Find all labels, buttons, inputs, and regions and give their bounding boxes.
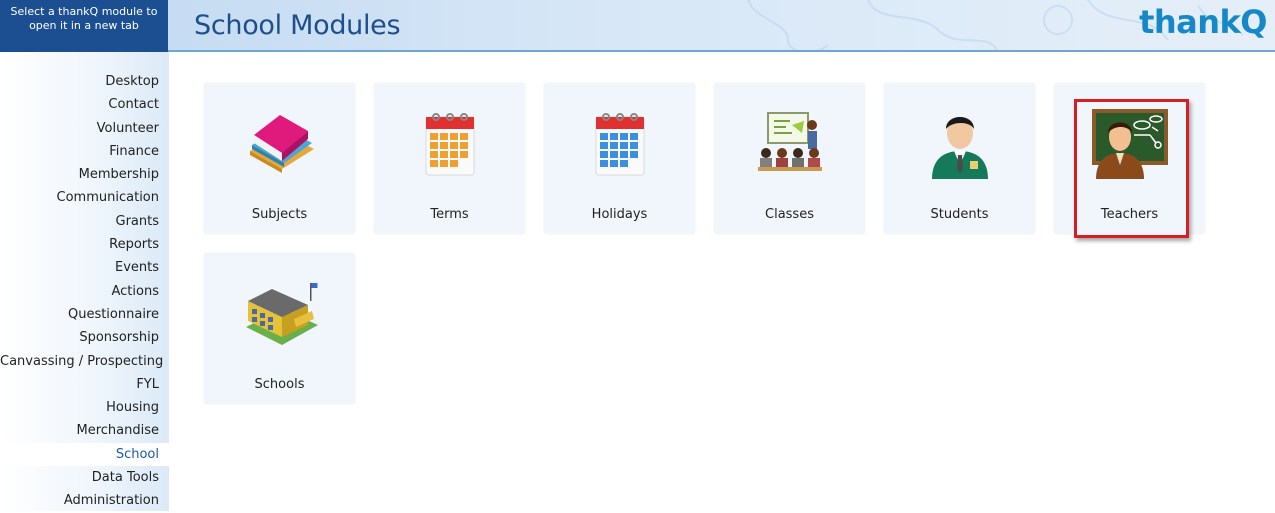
sidebar-item-desktop[interactable]: Desktop bbox=[0, 70, 169, 93]
module-label: Subjects bbox=[251, 207, 308, 222]
sidebar-item-events[interactable]: Events bbox=[0, 256, 169, 279]
sidebar-item-data-tools[interactable]: Data Tools bbox=[0, 466, 169, 489]
sidebar-item-sponsorship[interactable]: Sponsorship bbox=[0, 326, 169, 349]
module-label: Teachers bbox=[1100, 207, 1159, 222]
sidebar-item-fyl[interactable]: FYL bbox=[0, 373, 169, 396]
calendar-orange-icon bbox=[425, 113, 475, 176]
module-tile-holidays[interactable]: Holidays bbox=[544, 83, 695, 234]
header-bar: School Modules thankQ bbox=[168, 0, 1275, 52]
sidebar-item-grants[interactable]: Grants bbox=[0, 210, 169, 233]
module-hint-line1: Select a thankQ module to bbox=[10, 5, 158, 18]
sidebar-item-finance[interactable]: Finance bbox=[0, 140, 169, 163]
sidebar-item-school[interactable]: School bbox=[0, 442, 169, 467]
module-tile-subjects[interactable]: Subjects bbox=[204, 83, 355, 234]
sidebar-item-reports[interactable]: Reports bbox=[0, 233, 169, 256]
sidebar-item-administration[interactable]: Administration bbox=[0, 489, 169, 512]
calendar-blue-icon bbox=[595, 113, 645, 176]
student-icon bbox=[932, 117, 988, 179]
module-tile-teachers[interactable]: Teachers bbox=[1054, 83, 1205, 234]
module-nav: Desktop Contact Volunteer Finance Member… bbox=[0, 70, 169, 513]
sidebar-item-volunteer[interactable]: Volunteer bbox=[0, 117, 169, 140]
sidebar: Desktop Contact Volunteer Finance Member… bbox=[0, 52, 169, 511]
sidebar-item-communication[interactable]: Communication bbox=[0, 186, 169, 209]
module-tile-classes[interactable]: Classes bbox=[714, 83, 865, 234]
sidebar-item-canvassing[interactable]: Canvassing / Prospecting bbox=[0, 350, 169, 373]
module-label: Classes bbox=[765, 207, 814, 222]
sidebar-item-questionnaire[interactable]: Questionnaire bbox=[0, 303, 169, 326]
school-building-icon bbox=[246, 283, 318, 345]
sidebar-item-contact[interactable]: Contact bbox=[0, 93, 169, 116]
page-title: School Modules bbox=[194, 10, 401, 41]
sidebar-item-membership[interactable]: Membership bbox=[0, 163, 169, 186]
module-label: Students bbox=[930, 207, 989, 222]
classroom-icon bbox=[758, 112, 822, 171]
module-label: Holidays bbox=[591, 207, 648, 222]
module-hint-line2: open it in a new tab bbox=[29, 19, 139, 32]
module-tile-terms[interactable]: Terms bbox=[374, 83, 525, 234]
books-icon bbox=[250, 115, 314, 173]
module-tile-schools[interactable]: Schools bbox=[204, 253, 355, 404]
module-tile-students[interactable]: Students bbox=[884, 83, 1035, 234]
module-label: Terms bbox=[430, 207, 469, 222]
sidebar-item-housing[interactable]: Housing bbox=[0, 396, 169, 419]
sidebar-item-merchandise[interactable]: Merchandise bbox=[0, 419, 169, 442]
module-label: Schools bbox=[254, 377, 305, 392]
sidebar-item-actions[interactable]: Actions bbox=[0, 280, 169, 303]
teacher-icon bbox=[1092, 109, 1168, 179]
module-hint: Select a thankQ module to open it in a n… bbox=[0, 0, 168, 52]
thankq-logo: thankQ bbox=[1139, 3, 1267, 41]
